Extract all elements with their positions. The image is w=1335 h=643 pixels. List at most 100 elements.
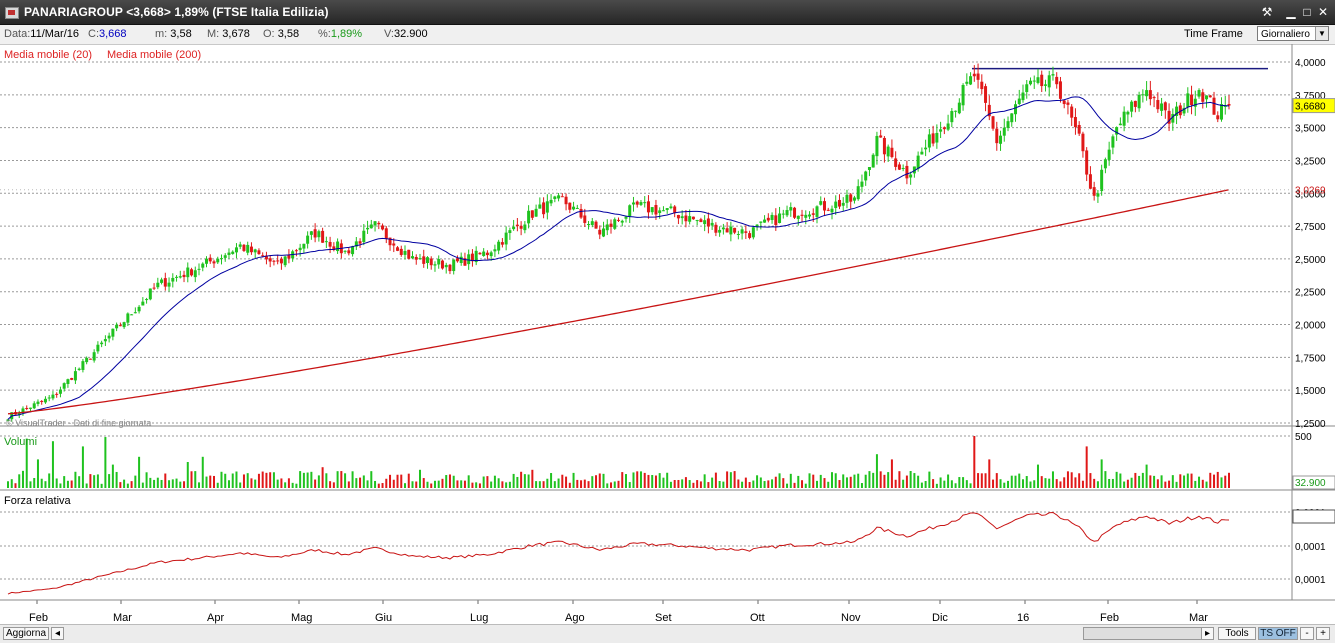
volume-bar <box>557 478 560 488</box>
volume-bar <box>404 483 407 488</box>
volume-bar <box>591 476 594 488</box>
candle-body <box>396 247 400 251</box>
volume-bar <box>14 483 17 488</box>
candle-body <box>849 194 853 202</box>
candle-body <box>815 206 819 217</box>
volume-bar <box>250 478 253 488</box>
scroll-thumb[interactable] <box>1083 627 1209 640</box>
maximize-icon[interactable]: □ <box>1299 4 1315 20</box>
scroll-right-icon[interactable]: ▸ <box>1201 627 1214 640</box>
candle-body <box>980 81 984 90</box>
zoom-out-button[interactable]: - <box>1300 627 1314 640</box>
candle-body <box>894 158 898 167</box>
volume-bar <box>572 472 575 488</box>
candle-body <box>197 268 201 270</box>
volume-bar <box>703 474 706 488</box>
volume-bar <box>808 473 811 488</box>
volume-bar <box>460 480 463 488</box>
volume-bar <box>456 480 459 488</box>
candle-body <box>841 202 845 206</box>
volume-bar <box>276 479 279 488</box>
volume-bar <box>838 480 841 488</box>
volume-bar <box>1104 471 1107 488</box>
candle-body <box>141 301 145 306</box>
candle-body <box>519 225 523 229</box>
candle-body <box>1077 125 1081 134</box>
volume-bar <box>1055 479 1058 488</box>
ts-off-button[interactable]: TS OFF <box>1258 627 1298 640</box>
candle-body <box>437 259 441 265</box>
candle-body <box>744 231 748 233</box>
volume-bar <box>894 479 897 488</box>
candle-body <box>598 229 602 235</box>
minimize-icon[interactable]: ▁ <box>1283 4 1299 20</box>
volume-bar <box>875 454 878 488</box>
volume-bar <box>74 471 77 488</box>
price-tick-label: 3,2500 <box>1295 156 1326 167</box>
volume-bar <box>321 467 324 488</box>
candle-body <box>665 208 669 210</box>
candle-body <box>133 312 137 314</box>
price-tick-label: 2,0000 <box>1295 321 1326 332</box>
candle-body <box>81 361 85 370</box>
candle-body <box>70 378 74 380</box>
volume-bar <box>928 471 931 488</box>
candle-body <box>826 209 830 211</box>
volume-bar <box>1100 459 1103 488</box>
volume-bar <box>254 479 257 488</box>
candle-body <box>1021 92 1025 101</box>
volume-bar <box>984 473 987 488</box>
volume-bar <box>340 471 343 488</box>
update-button[interactable]: Aggiorna <box>3 627 49 640</box>
volume-bar <box>70 480 73 488</box>
volume-bar <box>1048 478 1051 488</box>
candle-body <box>1145 90 1149 97</box>
volume-bar <box>980 473 983 488</box>
close-icon[interactable]: ✕ <box>1315 4 1331 20</box>
candle-body <box>40 400 44 402</box>
candle-body <box>500 242 504 245</box>
chart-scrollbar[interactable]: Aggiorna ◂ ▸ Tools TS OFF - + <box>0 624 1335 643</box>
volume-bar <box>396 474 399 488</box>
volume-panel-label: Volumi <box>4 436 38 448</box>
volume-bar <box>486 476 489 488</box>
candle-body <box>991 116 995 129</box>
zoom-in-button[interactable]: + <box>1316 627 1330 640</box>
candle-body <box>770 214 774 221</box>
price-chart[interactable]: 4,00003,75003,50003,25003,00002,75002,50… <box>0 44 1335 624</box>
volume-bar <box>1070 472 1073 488</box>
candle-body <box>905 165 909 179</box>
volume-bar <box>190 471 193 488</box>
watermark: © VisualTrader - Dati di fine giornata <box>6 418 152 428</box>
tools-button[interactable]: Tools <box>1218 627 1256 640</box>
volume-bar <box>718 481 721 488</box>
volume-bar <box>1130 477 1133 488</box>
volume-bar <box>1033 480 1036 488</box>
candle-body <box>1066 102 1070 105</box>
candle-body <box>163 278 167 287</box>
tools-icon[interactable]: ⚒ <box>1259 4 1275 20</box>
volume-bar <box>40 478 43 488</box>
window-title: PANARIAGROUP <3,668> 1,89% (FTSE Italia … <box>24 5 329 19</box>
timeframe-select[interactable]: Giornaliero ▼ <box>1257 26 1329 41</box>
candle-body <box>1141 94 1145 96</box>
candle-body <box>414 256 418 260</box>
candle-body <box>1092 187 1096 196</box>
candle-body <box>740 229 744 234</box>
volume-bar <box>355 478 358 488</box>
volume-bar <box>295 483 298 488</box>
volume-bar <box>415 481 418 488</box>
volume-bar <box>744 477 747 488</box>
candle-body <box>954 110 958 112</box>
x-tick-label: Mar <box>113 612 132 624</box>
x-tick-label: Feb <box>29 612 48 624</box>
candle-body <box>223 255 227 258</box>
volume-bar <box>516 476 519 488</box>
quote-open: O: 3,58 <box>263 28 300 40</box>
candle-body <box>661 210 665 212</box>
candle-body <box>860 181 864 187</box>
scroll-left-icon[interactable]: ◂ <box>51 627 64 640</box>
volume-bar <box>1111 478 1114 488</box>
volume-bar <box>688 480 691 488</box>
price-tick-label: 1,7500 <box>1295 353 1326 364</box>
